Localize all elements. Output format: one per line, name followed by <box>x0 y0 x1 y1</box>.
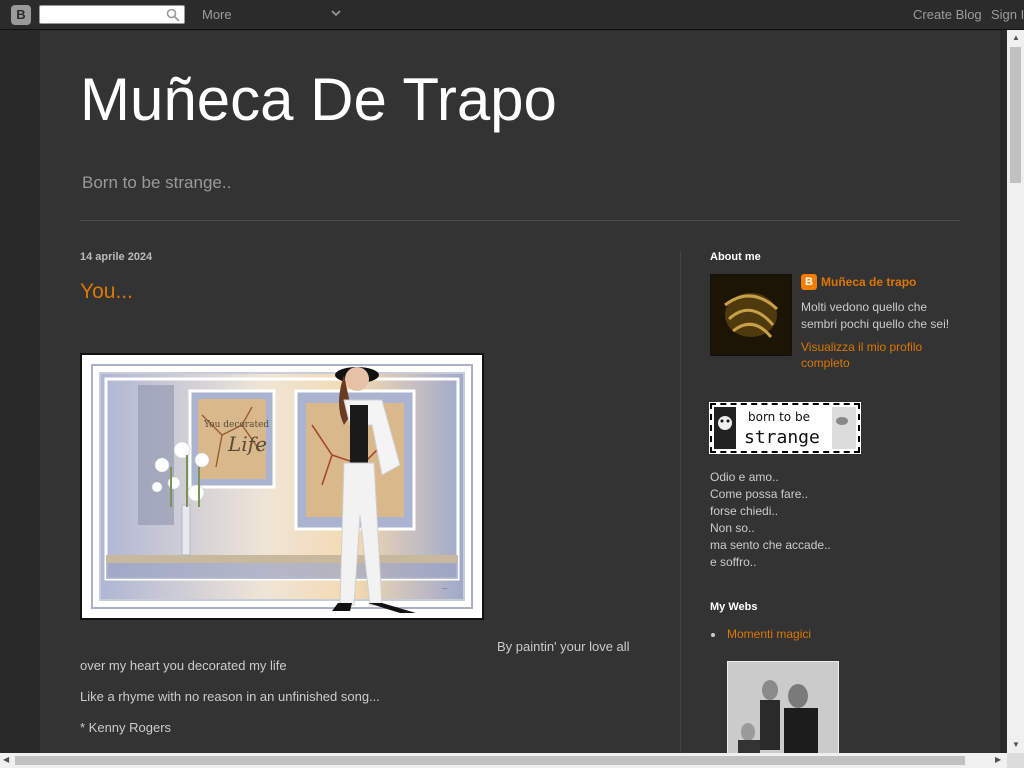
blog-content-area: Muñeca De Trapo Born to be strange.. 14 … <box>40 31 1000 753</box>
about-me-heading: About me <box>710 251 761 263</box>
badge-text-line-1: born to be <box>748 410 810 424</box>
blogger-logo-icon[interactable] <box>11 5 31 25</box>
scroll-up-arrow-icon[interactable]: ▲ <box>1012 33 1020 43</box>
web-link-momenti-magici[interactable]: Momenti magici <box>710 627 811 641</box>
chevron-down-icon[interactable] <box>331 8 341 18</box>
poem-line: Non so.. <box>710 521 755 535</box>
scroll-left-arrow-icon[interactable]: ◀ <box>3 755 9 765</box>
poem-line: Come possa fare.. <box>710 487 809 501</box>
web-banner-image[interactable] <box>727 661 839 753</box>
my-webs-list: Momenti magici <box>710 627 811 641</box>
more-menu-button[interactable]: More <box>202 7 232 22</box>
post-title[interactable]: You... <box>80 280 133 304</box>
search-icon[interactable] <box>166 8 180 22</box>
svg-text:Life: Life <box>227 432 267 456</box>
post-line: * Kenny Rogers <box>80 720 172 735</box>
blogger-navbar: More Create Blog Sign In <box>0 0 1024 30</box>
poem-line: Odio e amo.. <box>710 470 779 484</box>
scrollbar-corner <box>1007 753 1024 768</box>
horizontal-scroll-thumb[interactable] <box>15 756 965 765</box>
column-divider <box>680 251 681 753</box>
navbar-search-input[interactable] <box>44 6 164 24</box>
poem-text: Odio e amo.. Come possa fare.. forse chi… <box>710 469 831 571</box>
svg-text:~: ~ <box>442 585 448 593</box>
sign-in-link[interactable]: Sign In <box>991 7 1024 22</box>
post-line: over my heart you decorated my life <box>80 658 287 673</box>
blog-title[interactable]: Muñeca De Trapo <box>80 65 557 134</box>
post-image[interactable]: You decorated Life ~ <box>80 353 484 620</box>
profile-description: Molti vedono quello che sembri pochi que… <box>801 300 950 331</box>
poem-line: ma sento che accade.. <box>710 538 831 552</box>
blog-description: Born to be strange.. <box>82 173 232 192</box>
poem-line: e soffro.. <box>710 555 757 569</box>
born-to-be-strange-badge[interactable]: born to be strange <box>709 402 861 454</box>
vertical-scrollbar[interactable]: ▲ ▼ <box>1007 30 1024 753</box>
post-body: By paintin' your love all over my heart y… <box>80 637 640 749</box>
post-line: Like a rhyme with no reason in an unfini… <box>80 689 380 704</box>
create-blog-link[interactable]: Create Blog <box>913 7 982 22</box>
scroll-right-arrow-icon[interactable]: ▶ <box>995 755 1001 765</box>
post-date: 14 aprile 2024 <box>80 251 153 263</box>
profile-name-link[interactable]: Muñeca de trapo <box>821 275 916 289</box>
poem-line: forse chiedi.. <box>710 504 779 518</box>
vertical-scroll-thumb[interactable] <box>1010 47 1021 183</box>
post-line: By paintin' your love all <box>497 639 630 654</box>
scroll-down-arrow-icon[interactable]: ▼ <box>1012 740 1020 750</box>
svg-text:You decorated: You decorated <box>203 420 269 430</box>
header-divider <box>80 220 960 221</box>
my-webs-heading: My Webs <box>710 601 758 613</box>
view-full-profile-link[interactable]: Visualizza il mio profilo completo <box>801 339 961 371</box>
blogger-profile-icon <box>801 274 817 290</box>
horizontal-scrollbar[interactable]: ◀ ▶ <box>0 753 1007 768</box>
badge-text-line-2: strange <box>744 427 820 448</box>
navbar-search-box[interactable] <box>39 5 185 24</box>
profile-photo[interactable] <box>710 274 792 356</box>
